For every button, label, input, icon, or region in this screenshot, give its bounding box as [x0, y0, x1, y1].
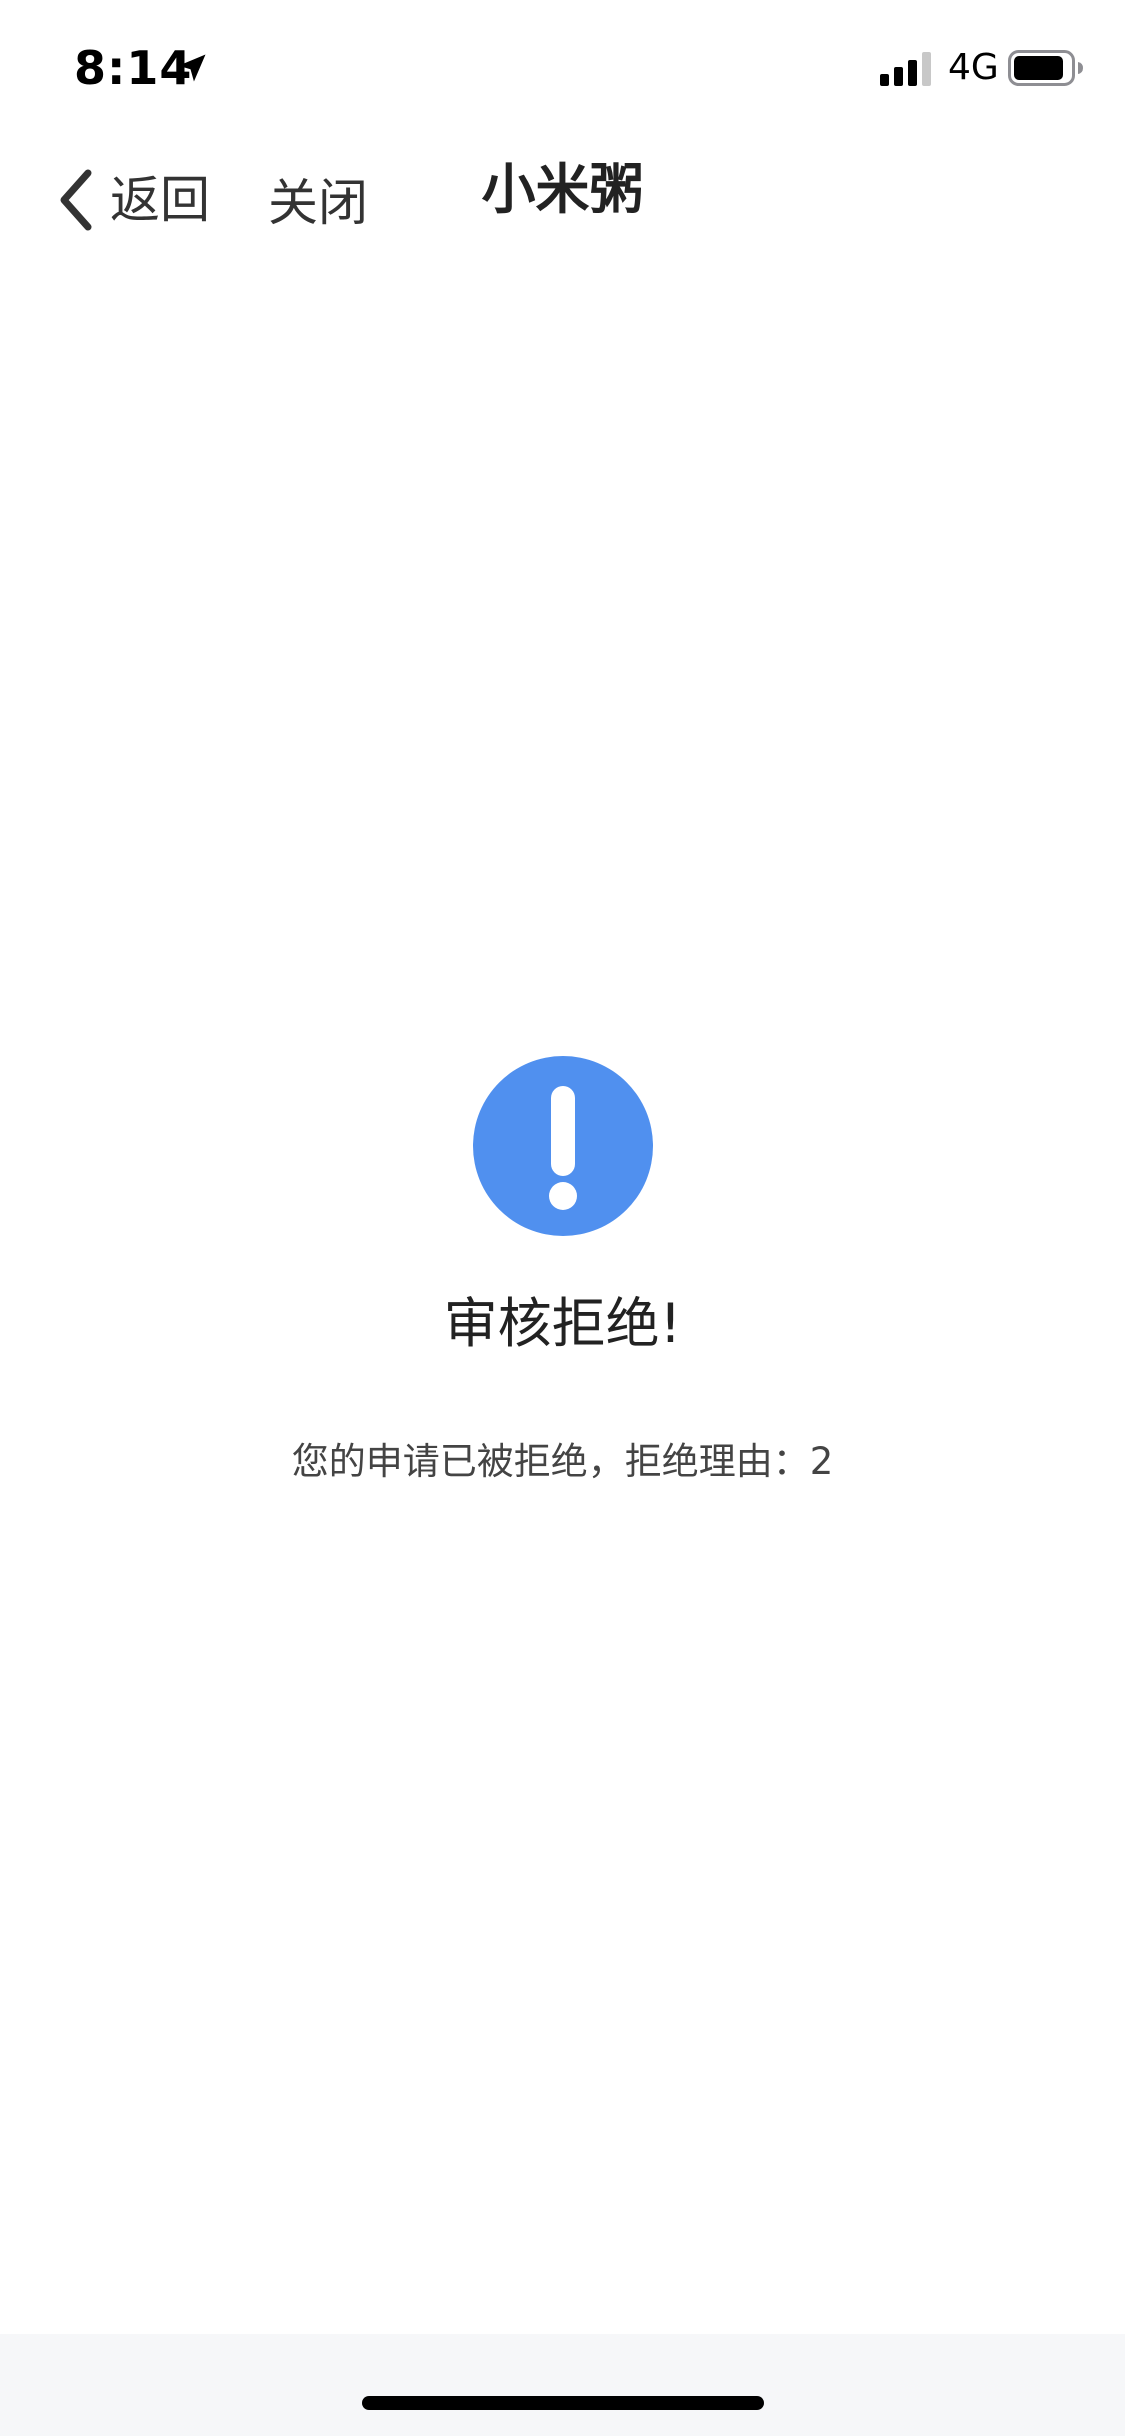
- page-title: 小米粥: [481, 158, 644, 221]
- result-message: 您的申请已被拒绝，拒绝理由：2: [291, 1440, 834, 1483]
- location-arrow-icon: [178, 54, 206, 82]
- exclamation-circle-icon: [473, 1056, 653, 1236]
- network-type: 4G: [948, 47, 999, 88]
- bottom-bar: [0, 2334, 1125, 2436]
- result-title: 审核拒绝!: [443, 1292, 682, 1355]
- status-bar: 8:14 4G: [0, 0, 1125, 132]
- nav-bar: 返回 关闭 小米粥: [0, 132, 1125, 258]
- home-indicator[interactable]: [362, 2396, 764, 2410]
- cellular-signal-icon: [880, 52, 931, 86]
- battery-icon: [1008, 50, 1083, 86]
